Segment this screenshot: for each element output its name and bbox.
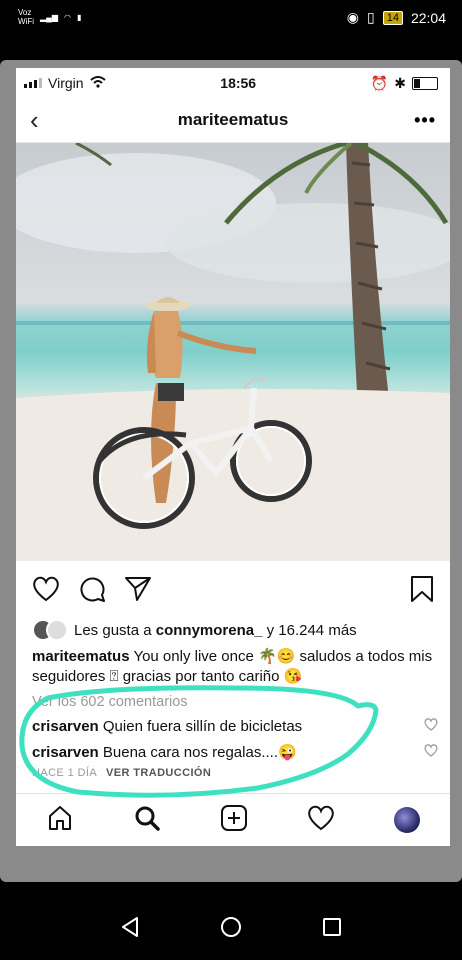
- battery-level: 14: [386, 11, 399, 24]
- liker-avatars: [32, 619, 68, 641]
- add-post-icon[interactable]: [220, 804, 248, 837]
- search-icon[interactable]: [133, 804, 161, 837]
- share-send-icon[interactable]: [124, 576, 152, 602]
- comment-username[interactable]: crisarven: [32, 744, 99, 761]
- ios-battery-icon: [412, 76, 438, 90]
- android-status-bar: Voz WiFi ▂▄▆ ◠ ▮ ◉ ▯ 14 22:04: [0, 0, 462, 36]
- likes-suffix: y 16.244 más: [262, 621, 357, 639]
- home-icon[interactable]: [46, 804, 74, 837]
- vibrate-icon: ▯: [366, 9, 375, 25]
- bluetooth-icon: ✱: [394, 74, 406, 91]
- post-header: ‹ mariteematus •••: [16, 98, 450, 143]
- battery-icon: 14: [382, 10, 403, 25]
- bookmark-icon[interactable]: [410, 575, 434, 603]
- wifi-icon: ◠: [63, 12, 71, 22]
- back-chevron-icon[interactable]: ‹: [30, 105, 60, 136]
- comment-username[interactable]: crisarven: [32, 718, 99, 735]
- tab-bar: [16, 793, 450, 846]
- comment-bubble-icon[interactable]: [78, 575, 106, 603]
- signal-icon: ▂▄▆: [40, 12, 58, 22]
- likes-prefix: Les gusta a: [74, 621, 156, 639]
- comment-text: Buena cara nos regalas....😜: [102, 744, 297, 761]
- alarm-icon: ⏰: [370, 74, 389, 91]
- instagram-screen: Virgin 18:56 ⏰ ✱ ‹ mariteematus ••• Les …: [16, 68, 450, 846]
- translate-link[interactable]: VER TRADUCCIÓN: [106, 767, 211, 779]
- view-all-comments-link[interactable]: Ver los 602 comentarios: [16, 687, 450, 713]
- home-circle-icon[interactable]: [220, 916, 242, 943]
- battery-small-icon: ▮: [76, 12, 82, 22]
- comment-row: crisarven Quien fuera sillín de biciclet…: [16, 713, 450, 739]
- carrier-name: Virgin: [48, 75, 84, 91]
- beach-scene: [16, 143, 450, 561]
- recents-square-icon[interactable]: [322, 917, 342, 942]
- profile-avatar[interactable]: [394, 807, 421, 833]
- comment-like-heart-icon[interactable]: [424, 743, 438, 761]
- header-username[interactable]: mariteematus: [178, 110, 289, 130]
- post-caption: mariteematus You only live once 🌴😊 salud…: [16, 643, 450, 687]
- likes-summary[interactable]: Les gusta a connymorena_ y 16.244 más: [16, 617, 450, 643]
- android-nav-bar: [0, 898, 462, 960]
- ios-time: 18:56: [220, 75, 257, 91]
- android-time: 22:04: [410, 9, 446, 26]
- comment-text: Quien fuera sillín de bicicletas: [102, 717, 303, 735]
- post-actions: [16, 561, 450, 617]
- network-label: Voz WiFi: [18, 8, 34, 26]
- comment-row: crisarven Buena cara nos regalas....😜: [16, 739, 450, 765]
- like-heart-icon[interactable]: [32, 576, 60, 602]
- eye-icon: ◉: [346, 9, 359, 25]
- post-photo[interactable]: [16, 143, 450, 561]
- likes-user[interactable]: connymorena_: [156, 622, 263, 639]
- post-meta: HACE 1 DÍA VER TRADUCCIÓN: [16, 765, 450, 779]
- back-triangle-icon[interactable]: [120, 916, 140, 943]
- more-dots-icon[interactable]: •••: [406, 110, 436, 131]
- ios-status-bar: Virgin 18:56 ⏰ ✱: [16, 68, 450, 98]
- post-timestamp: HACE 1 DÍA: [32, 767, 97, 779]
- wifi-icon: [89, 75, 106, 91]
- comment-like-heart-icon[interactable]: [424, 717, 438, 735]
- activity-heart-icon[interactable]: [307, 805, 335, 836]
- caption-username[interactable]: mariteematus: [32, 648, 130, 665]
- cell-signal-icon: [24, 78, 42, 88]
